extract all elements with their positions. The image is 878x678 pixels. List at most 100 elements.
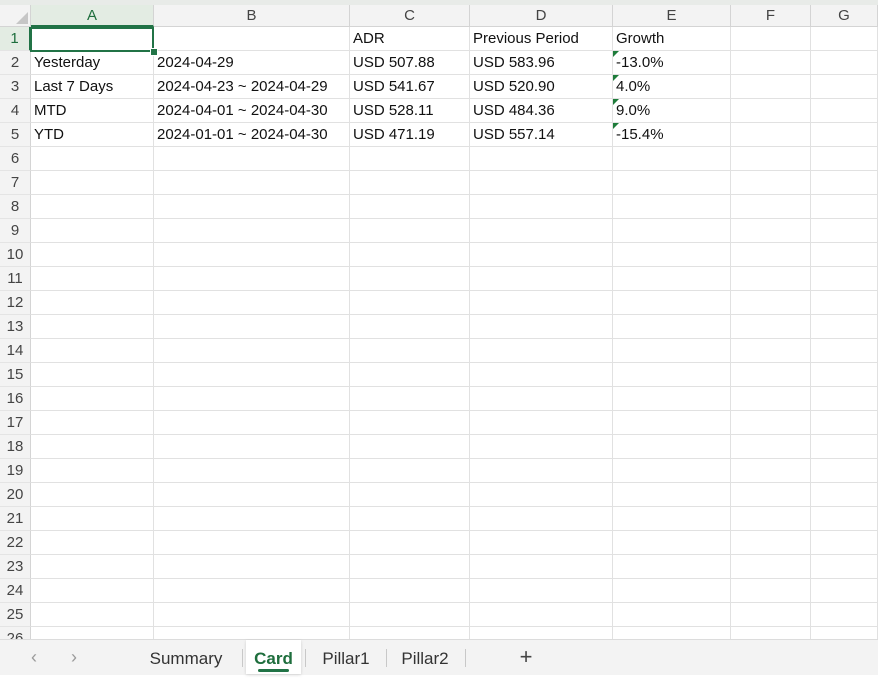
cell-d23[interactable]	[470, 555, 613, 579]
cell-e15[interactable]	[613, 363, 731, 387]
cell-g6[interactable]	[811, 147, 878, 171]
cell-e9[interactable]	[613, 219, 731, 243]
cell-e4[interactable]: 9.0%	[613, 99, 731, 123]
cell-c17[interactable]	[350, 411, 470, 435]
cell-d25[interactable]	[470, 603, 613, 627]
column-header-d[interactable]: D	[470, 5, 613, 27]
cell-g19[interactable]	[811, 459, 878, 483]
cell-a9[interactable]	[31, 219, 154, 243]
cell-a19[interactable]	[31, 459, 154, 483]
cell-c22[interactable]	[350, 531, 470, 555]
cell-b12[interactable]	[154, 291, 350, 315]
cell-g26[interactable]	[811, 627, 878, 639]
cell-f9[interactable]	[731, 219, 811, 243]
cell-f19[interactable]	[731, 459, 811, 483]
cell-d5[interactable]: USD 557.14	[470, 123, 613, 147]
cell-e6[interactable]	[613, 147, 731, 171]
cell-d15[interactable]	[470, 363, 613, 387]
cell-f13[interactable]	[731, 315, 811, 339]
row-header-5[interactable]: 5	[0, 123, 31, 147]
cell-d21[interactable]	[470, 507, 613, 531]
row-header-3[interactable]: 3	[0, 75, 31, 99]
cell-d4[interactable]: USD 484.36	[470, 99, 613, 123]
cell-e16[interactable]	[613, 387, 731, 411]
cell-g12[interactable]	[811, 291, 878, 315]
row-header-2[interactable]: 2	[0, 51, 31, 75]
cell-d9[interactable]	[470, 219, 613, 243]
cell-f24[interactable]	[731, 579, 811, 603]
cell-a23[interactable]	[31, 555, 154, 579]
cell-f23[interactable]	[731, 555, 811, 579]
cell-a21[interactable]	[31, 507, 154, 531]
cell-b25[interactable]	[154, 603, 350, 627]
cell-f8[interactable]	[731, 195, 811, 219]
cell-d24[interactable]	[470, 579, 613, 603]
cell-g22[interactable]	[811, 531, 878, 555]
row-header-15[interactable]: 15	[0, 363, 31, 387]
cell-f14[interactable]	[731, 339, 811, 363]
cell-a3[interactable]: Last 7 Days	[31, 75, 154, 99]
cell-e3[interactable]: 4.0%	[613, 75, 731, 99]
cell-c12[interactable]	[350, 291, 470, 315]
cell-a14[interactable]	[31, 339, 154, 363]
row-header-6[interactable]: 6	[0, 147, 31, 171]
cell-e23[interactable]	[613, 555, 731, 579]
cell-c24[interactable]	[350, 579, 470, 603]
cell-c16[interactable]	[350, 387, 470, 411]
cell-e13[interactable]	[613, 315, 731, 339]
cell-d20[interactable]	[470, 483, 613, 507]
cell-a6[interactable]	[31, 147, 154, 171]
row-header-4[interactable]: 4	[0, 99, 31, 123]
cell-f6[interactable]	[731, 147, 811, 171]
row-header-10[interactable]: 10	[0, 243, 31, 267]
cell-a12[interactable]	[31, 291, 154, 315]
cell-e26[interactable]	[613, 627, 731, 639]
cell-d17[interactable]	[470, 411, 613, 435]
row-header-1[interactable]: 1	[0, 27, 31, 51]
cell-d1[interactable]: Previous Period	[470, 27, 613, 51]
column-header-f[interactable]: F	[731, 5, 811, 27]
cell-f7[interactable]	[731, 171, 811, 195]
cell-f22[interactable]	[731, 531, 811, 555]
cell-b6[interactable]	[154, 147, 350, 171]
cell-b24[interactable]	[154, 579, 350, 603]
cell-e24[interactable]	[613, 579, 731, 603]
cell-c9[interactable]	[350, 219, 470, 243]
cell-g20[interactable]	[811, 483, 878, 507]
cell-c3[interactable]: USD 541.67	[350, 75, 470, 99]
cell-f21[interactable]	[731, 507, 811, 531]
cell-c7[interactable]	[350, 171, 470, 195]
cell-g1[interactable]	[811, 27, 878, 51]
cell-b16[interactable]	[154, 387, 350, 411]
cell-g4[interactable]	[811, 99, 878, 123]
cell-a16[interactable]	[31, 387, 154, 411]
cell-a4[interactable]: MTD	[31, 99, 154, 123]
cell-d16[interactable]	[470, 387, 613, 411]
cell-d22[interactable]	[470, 531, 613, 555]
cell-g15[interactable]	[811, 363, 878, 387]
row-header-23[interactable]: 23	[0, 555, 31, 579]
row-header-22[interactable]: 22	[0, 531, 31, 555]
cell-f11[interactable]	[731, 267, 811, 291]
cell-a24[interactable]	[31, 579, 154, 603]
cell-c20[interactable]	[350, 483, 470, 507]
column-header-e[interactable]: E	[613, 5, 731, 27]
cell-b3[interactable]: 2024-04-23 ~ 2024-04-29	[154, 75, 350, 99]
cell-a7[interactable]	[31, 171, 154, 195]
sheet-tab-summary[interactable]: Summary	[134, 640, 238, 674]
cell-d3[interactable]: USD 520.90	[470, 75, 613, 99]
cell-c2[interactable]: USD 507.88	[350, 51, 470, 75]
cell-a17[interactable]	[31, 411, 154, 435]
cell-f25[interactable]	[731, 603, 811, 627]
row-header-18[interactable]: 18	[0, 435, 31, 459]
cell-g24[interactable]	[811, 579, 878, 603]
cell-d7[interactable]	[470, 171, 613, 195]
cell-b1[interactable]	[154, 27, 350, 51]
cell-d26[interactable]	[470, 627, 613, 639]
cell-b21[interactable]	[154, 507, 350, 531]
cell-e18[interactable]	[613, 435, 731, 459]
cell-e8[interactable]	[613, 195, 731, 219]
cell-c15[interactable]	[350, 363, 470, 387]
cell-c1[interactable]: ADR	[350, 27, 470, 51]
cell-a22[interactable]	[31, 531, 154, 555]
